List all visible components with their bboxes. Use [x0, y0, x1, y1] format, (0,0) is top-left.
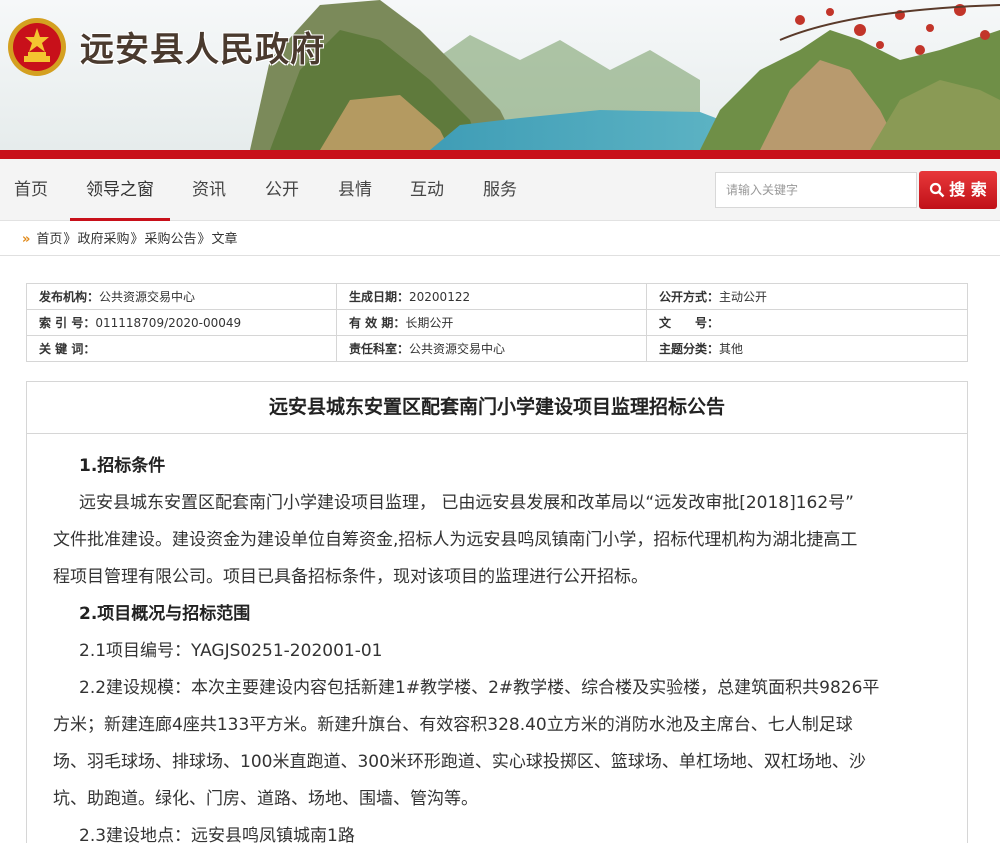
- section-heading: 2.项目概况与招标范围: [79, 604, 251, 624]
- paragraph-line: 方米；新建连廊4座共133平方米。新建升旗台、有效容积328.40立方米的消防水…: [53, 715, 853, 735]
- search-input[interactable]: 请输入关键字: [715, 172, 917, 208]
- paragraph-line: 2.1项目编号：YAGJS0251-202001-01: [79, 641, 383, 661]
- meta-validity: 有 效 期：长期公开: [336, 309, 647, 336]
- meta-publisher: 发布机构：公共资源交易中心: [26, 283, 337, 310]
- article-body: 1.招标条件 远安县城东安置区配套南门小学建设项目监理， 已由远安县发展和改革局…: [27, 434, 967, 843]
- breadcrumb-article: 文章: [211, 232, 238, 247]
- paragraph-line: 场、羽毛球场、排球场、100米直跑道、300米环形跑道、实心球投掷区、篮球场、单…: [53, 752, 866, 772]
- meta-disclosure: 公开方式：主动公开: [646, 283, 968, 310]
- nav-item-news[interactable]: 资讯: [182, 159, 236, 221]
- double-arrow-icon: »: [22, 232, 31, 247]
- meta-date: 生成日期：20200122: [336, 283, 647, 310]
- table-row: 发布机构：公共资源交易中心 生成日期：20200122 公开方式：主动公开: [26, 283, 968, 310]
- paragraph-line: 文件批准建设。建设资金为建设单位自筹资金,招标人为远安县鸣凤镇南门小学，招标代理…: [53, 530, 858, 550]
- section-heading: 1.招标条件: [79, 456, 166, 476]
- nav-item-home[interactable]: 首页: [0, 159, 62, 221]
- nav-item-public[interactable]: 公开: [255, 159, 309, 221]
- document-meta-table: 发布机构：公共资源交易中心 生成日期：20200122 公开方式：主动公开 索 …: [26, 283, 968, 362]
- search-button-label: 搜 索: [949, 180, 987, 199]
- search-button[interactable]: 搜 索: [919, 171, 997, 209]
- paragraph-line: 2.3建设地点：远安县鸣凤镇城南1路: [79, 826, 355, 843]
- meta-index: 索 引 号：011118709/2020-00049: [26, 309, 337, 336]
- article: 远安县城东安置区配套南门小学建设项目监理招标公告 1.招标条件 远安县城东安置区…: [26, 381, 968, 843]
- meta-department: 责任科室：公共资源交易中心: [336, 335, 647, 362]
- paragraph-line: 程项目管理有限公司。项目已具备招标条件，现对该项目的监理进行公开招标。: [53, 567, 648, 587]
- search-icon: [930, 182, 945, 198]
- paragraph-line: 远安县城东安置区配套南门小学建设项目监理， 已由远安县发展和改革局以“远发改审批…: [79, 493, 854, 513]
- nav-item-interact[interactable]: 互动: [400, 159, 454, 221]
- nav-item-county[interactable]: 县情: [328, 159, 382, 221]
- article-title: 远安县城东安置区配套南门小学建设项目监理招标公告: [27, 382, 967, 434]
- breadcrumb-home[interactable]: 首页: [36, 232, 62, 247]
- meta-doc-number: 文 号：: [646, 309, 968, 336]
- breadcrumb-announcement[interactable]: 采购公告: [144, 232, 196, 247]
- table-row: 索 引 号：011118709/2020-00049 有 效 期：长期公开 文 …: [26, 309, 968, 336]
- breadcrumb: » 首页》政府采购》采购公告》文章: [22, 232, 238, 247]
- national-emblem-icon: [8, 18, 66, 76]
- meta-category: 主题分类：其他: [646, 335, 968, 362]
- nav-item-service[interactable]: 服务: [473, 159, 527, 221]
- nav-item-leaders[interactable]: 领导之窗: [70, 159, 170, 221]
- table-row: 关 键 词： 责任科室：公共资源交易中心 主题分类：其他: [26, 335, 968, 362]
- paragraph-line: 坑、助跑道。绿化、门房、道路、场地、围墙、管沟等。: [53, 789, 478, 809]
- main-nav: 首页 领导之窗 资讯 公开 县情 互动 服务 请输入关键字 搜 索: [0, 159, 1000, 221]
- header-banner: 远安县人民政府: [0, 0, 1000, 150]
- meta-keywords: 关 键 词：: [26, 335, 337, 362]
- breadcrumb-procurement[interactable]: 政府采购: [77, 232, 129, 247]
- paragraph-line: 2.2建设规模：本次主要建设内容包括新建1#教学楼、2#教学楼、综合楼及实验楼，…: [79, 678, 880, 698]
- site-title[interactable]: 远安县人民政府: [80, 22, 325, 71]
- breadcrumb-divider: [0, 255, 1000, 256]
- header-divider: [0, 150, 1000, 159]
